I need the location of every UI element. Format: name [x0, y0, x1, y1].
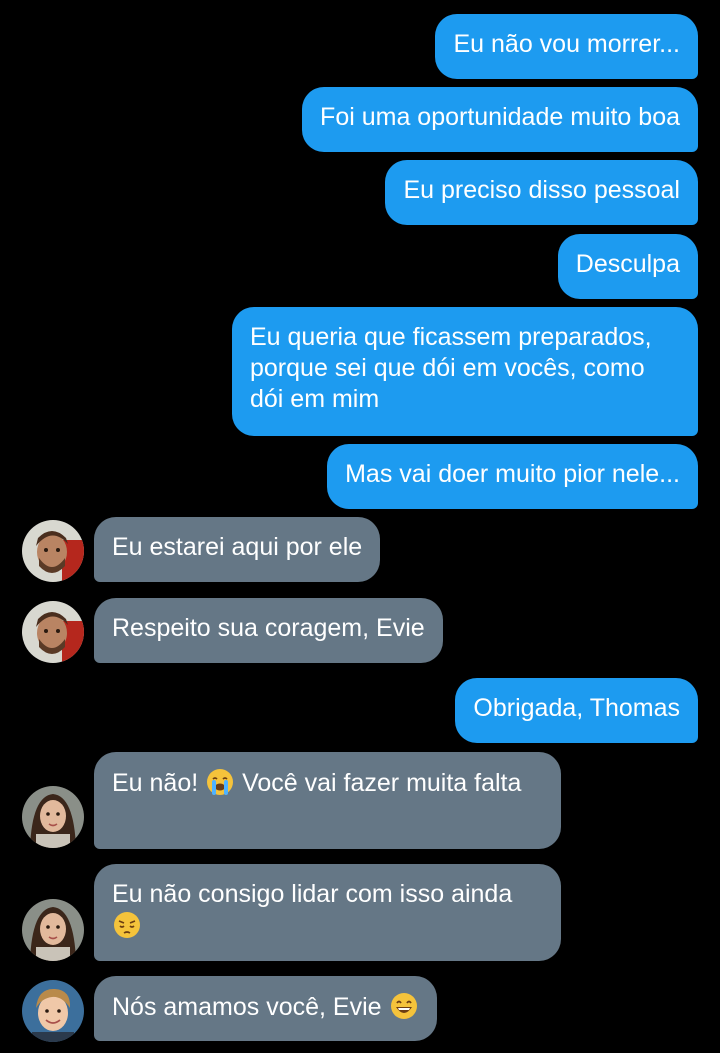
- message-bubble-incoming[interactable]: Respeito sua coragem, Evie: [94, 598, 443, 663]
- message-bubble-outgoing[interactable]: Obrigada, Thomas: [455, 678, 698, 743]
- message-bubble-outgoing[interactable]: Mas vai doer muito pior nele...: [327, 444, 698, 509]
- thomas-avatar[interactable]: [22, 520, 84, 582]
- woman-avatar[interactable]: [22, 899, 84, 961]
- thomas-avatar[interactable]: [22, 601, 84, 663]
- woman-avatar[interactable]: [22, 786, 84, 848]
- message-text: Eu não consigo lidar com isso ainda: [112, 880, 513, 908]
- message-text: Nós amamos você, Evie: [112, 993, 389, 1021]
- message-text: Obrigada, Thomas: [473, 694, 680, 722]
- message-bubble-outgoing[interactable]: Eu queria que ficassem preparados, porqu…: [232, 307, 698, 436]
- message-bubble-incoming[interactable]: Eu estarei aqui por ele: [94, 517, 381, 582]
- message-text: Eu estarei aqui por ele: [112, 533, 363, 561]
- message-bubble-outgoing[interactable]: Foi uma oportunidade muito boa: [302, 87, 698, 152]
- message-bubble-incoming[interactable]: Eu não consigo lidar com isso ainda: [94, 864, 561, 961]
- chat-thread: Eu não vou morrer... Foi uma oportunidad…: [0, 0, 720, 1053]
- message-text: Respeito sua coragem, Evie: [112, 614, 425, 642]
- pensive-face-icon: [112, 910, 142, 940]
- message-text: Você vai fazer muita falta: [235, 769, 522, 797]
- message-text: Eu preciso disso pessoal: [403, 176, 680, 204]
- message-text: Foi uma oportunidade muito boa: [320, 103, 680, 131]
- message-bubble-outgoing[interactable]: Eu preciso disso pessoal: [385, 160, 698, 225]
- message-text: Eu queria que ficassem preparados, porqu…: [250, 323, 652, 413]
- message-text: Mas vai doer muito pior nele...: [345, 460, 680, 488]
- message-text: Eu não!: [112, 769, 206, 797]
- grinning-face-icon: [389, 991, 419, 1021]
- message-bubble-incoming[interactable]: Nós amamos você, Evie: [94, 976, 437, 1041]
- message-bubble-outgoing[interactable]: Eu não vou morrer...: [435, 14, 698, 79]
- message-bubble-outgoing[interactable]: Desculpa: [557, 234, 698, 299]
- loudly-crying-face-icon: [205, 767, 235, 797]
- blond-man-avatar[interactable]: [22, 980, 84, 1042]
- message-text: Eu não vou morrer...: [453, 30, 680, 58]
- message-bubble-incoming[interactable]: Eu não! Você vai fazer muita falta: [94, 752, 561, 849]
- message-text: Desculpa: [575, 250, 680, 278]
